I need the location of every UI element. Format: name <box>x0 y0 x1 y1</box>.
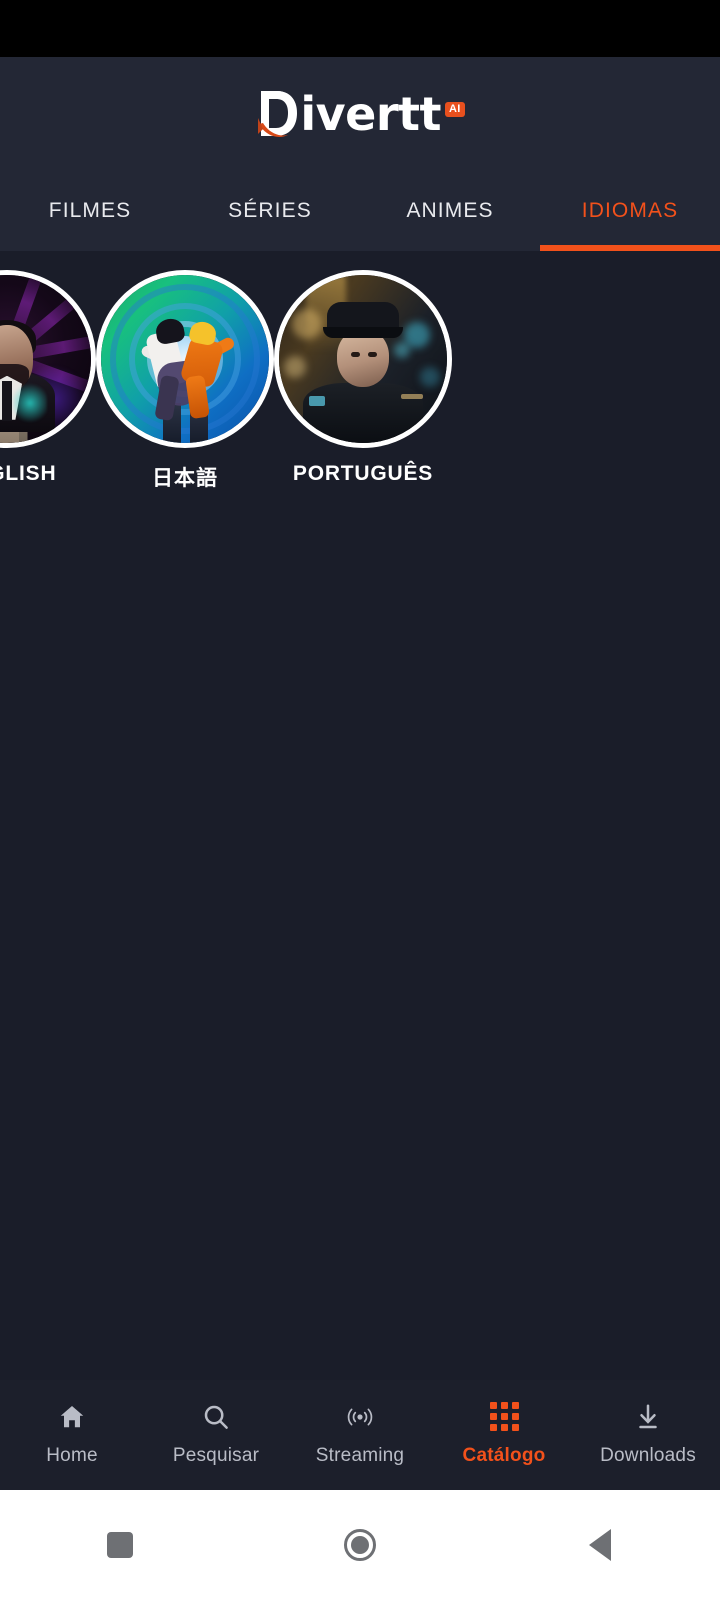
app-screen: ivertt AI FILMES SÉRIES ANIMES IDIOMAS L… <box>0 0 720 1600</box>
language-avatar-portuguese[interactable] <box>274 270 452 448</box>
status-bar <box>0 0 720 57</box>
home-icon <box>55 1400 89 1434</box>
app-logo: ivertt AI <box>255 86 465 142</box>
nav-label-streaming: Streaming <box>315 1444 405 1466</box>
nav-item-streaming[interactable]: Streaming <box>288 1400 432 1467</box>
app-header: ivertt AI <box>0 57 720 171</box>
language-item-portuguese[interactable]: PORTUGUÊS <box>274 270 452 486</box>
logo-d-icon <box>255 88 299 140</box>
grid-icon <box>487 1400 521 1434</box>
nav-item-home[interactable]: Home <box>0 1400 144 1467</box>
tropa-de-elite-poster-art <box>279 275 447 443</box>
language-label-english: ENGLISH <box>0 462 57 485</box>
square-icon <box>107 1532 133 1558</box>
app-body: ivertt AI FILMES SÉRIES ANIMES IDIOMAS L… <box>0 57 720 1490</box>
nav-label-downloads: Downloads <box>600 1444 696 1466</box>
tab-series[interactable]: SÉRIES <box>180 171 360 251</box>
triangle-left-icon <box>589 1529 611 1561</box>
nav-item-pesquisar[interactable]: Pesquisar <box>144 1400 288 1467</box>
home-button[interactable] <box>300 1490 420 1600</box>
tab-animes[interactable]: ANIMES <box>360 171 540 251</box>
broadcast-icon <box>343 1400 377 1434</box>
circle-icon <box>344 1529 376 1561</box>
nav-label-home: Home <box>46 1444 98 1466</box>
nav-item-catalogo[interactable]: Catálogo <box>432 1400 576 1467</box>
download-icon <box>631 1400 665 1434</box>
search-icon <box>199 1400 233 1434</box>
logo-ai-badge: AI <box>445 102 465 117</box>
language-label-japanese: 日本語 <box>152 466 218 490</box>
language-avatar-english[interactable] <box>0 270 96 448</box>
languages-section: ENGLISH <box>0 251 720 1380</box>
recents-button[interactable] <box>60 1490 180 1600</box>
language-label-portuguese: PORTUGUÊS <box>292 462 434 485</box>
languages-row: ENGLISH <box>0 270 720 492</box>
back-button[interactable] <box>540 1490 660 1600</box>
nav-label-pesquisar: Pesquisar <box>172 1444 260 1466</box>
bottom-navigation: Home Pesquisar Streaming Catálogo Downlo… <box>0 1380 720 1490</box>
language-avatar-japanese[interactable] <box>96 270 274 448</box>
tab-filmes[interactable]: FILMES <box>0 171 180 251</box>
tab-idiomas[interactable]: IDIOMAS <box>540 171 720 251</box>
nav-label-catalogo: Catálogo <box>462 1444 546 1466</box>
language-item-english[interactable]: ENGLISH <box>0 270 96 486</box>
naruto-sasuke-poster-art <box>101 275 269 443</box>
john-wick-poster-art <box>0 275 91 443</box>
system-navigation-bar <box>0 1490 720 1600</box>
category-tabs: FILMES SÉRIES ANIMES IDIOMAS <box>0 171 720 251</box>
nav-item-downloads[interactable]: Downloads <box>576 1400 720 1467</box>
logo-wordmark: ivertt <box>300 87 441 141</box>
language-item-japanese[interactable]: 日本語 <box>96 270 274 492</box>
